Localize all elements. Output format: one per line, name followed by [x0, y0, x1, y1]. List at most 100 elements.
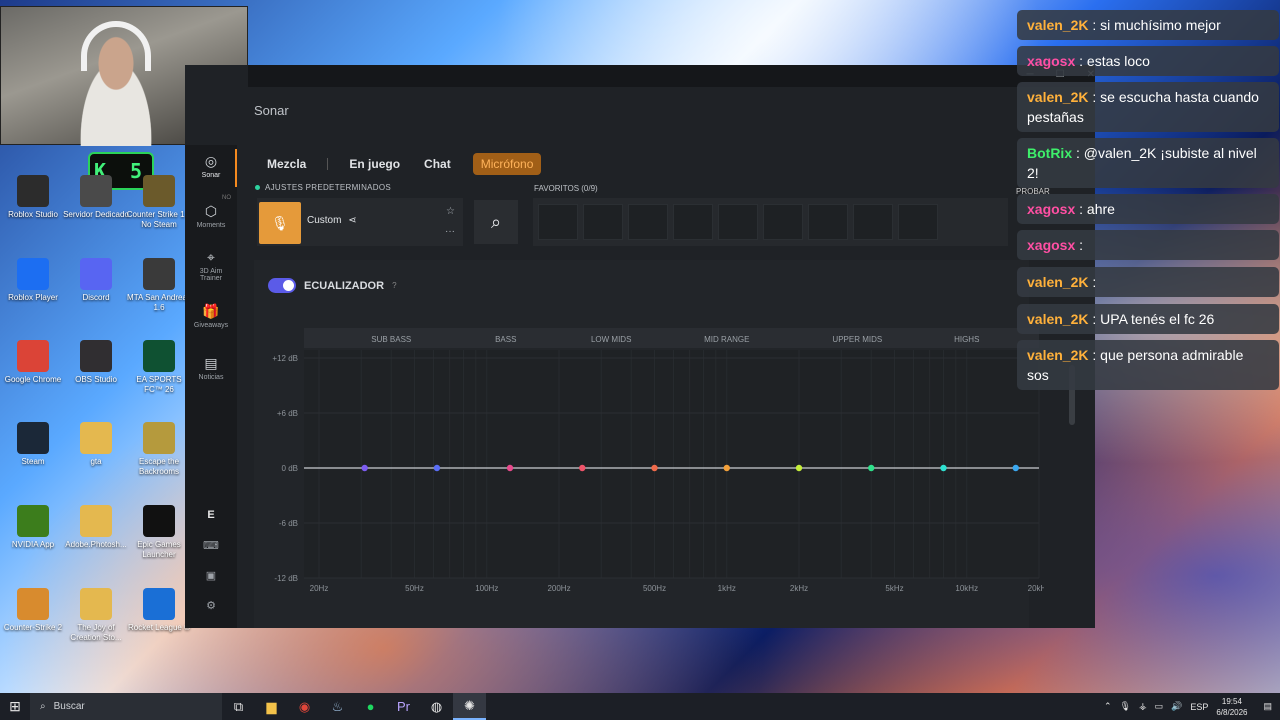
desktop-icon[interactable]: Servidor Dedicado [63, 175, 129, 220]
microphone-icon[interactable]: 🎙 [1120, 701, 1131, 712]
desktop-icon[interactable]: gta [63, 422, 129, 467]
eq-band-handle[interactable] [868, 464, 875, 472]
eq-band-handle[interactable] [579, 464, 586, 472]
chat-username[interactable]: xagosx [1027, 237, 1075, 253]
favorite-slot[interactable] [763, 204, 803, 240]
chat-username[interactable]: valen_2K [1027, 89, 1088, 105]
battery-icon[interactable]: ▭ [1155, 701, 1164, 712]
eq-band-handle[interactable] [651, 464, 658, 472]
eq-band-handle[interactable] [723, 464, 730, 472]
probar-label[interactable]: PROBAR [1016, 182, 1050, 202]
tab-en-juego[interactable]: En juego [341, 153, 408, 175]
news-icon: ▤ [204, 355, 218, 371]
controller-icon[interactable]: ⌨ [185, 539, 237, 552]
chat-username[interactable]: xagosx [1027, 53, 1075, 69]
notifications-icon[interactable]: ▤ [1263, 701, 1272, 712]
steam-icon[interactable]: ♨ [321, 693, 354, 720]
windows-start-icon[interactable]: ⊞ [0, 693, 30, 720]
chat-username[interactable]: valen_2K [1027, 274, 1088, 290]
tab-microfono[interactable]: Micrófono [472, 153, 542, 175]
chat-separator: : [1088, 89, 1101, 105]
rail-item-aim-trainer[interactable]: ⌖ 3D Aim Trainer [185, 249, 237, 282]
desktop-icon-label: MTA San Andreas 1.6 [127, 293, 191, 312]
settings-gear-icon[interactable]: ⚙ [185, 599, 237, 612]
more-options-icon[interactable]: ··· [445, 226, 455, 237]
preset-selector[interactable]: 🎙 Custom ⋖ ☆ ··· [257, 198, 463, 246]
favorite-slot[interactable] [853, 204, 893, 240]
obs-icon[interactable]: ◍ [420, 693, 453, 720]
tab-chat[interactable]: Chat [416, 153, 459, 175]
share-icon[interactable]: ⋖ [348, 215, 356, 226]
profile-e-icon[interactable]: E [185, 509, 237, 521]
favorite-slot[interactable] [808, 204, 848, 240]
tab-mezcla[interactable]: Mezcla [259, 153, 314, 175]
crosshair-icon: ⌖ [207, 249, 215, 265]
eq-band-handle[interactable] [361, 464, 368, 472]
desktop-icon[interactable]: Adobe.Photosh... [63, 505, 129, 550]
desktop-icon[interactable]: The Joy of Creation Sto... [63, 588, 129, 643]
favorite-slot[interactable] [673, 204, 713, 240]
eq-band-handle[interactable] [940, 464, 947, 472]
steelseries-gg-icon[interactable]: ✺ [453, 693, 486, 720]
desktop-icon[interactable]: Roblox Player [0, 258, 66, 303]
desktop-icon[interactable]: Rocket League ® [126, 588, 192, 633]
desktop-icon[interactable]: Counter Strike 1.6 No Steam [126, 175, 192, 230]
eq-band-handle[interactable] [506, 464, 514, 472]
rail-item-giveaways[interactable]: 🎁 Giveaways [185, 303, 237, 329]
network-icon[interactable]: ⚶ [1139, 701, 1147, 712]
chat-username[interactable]: valen_2K [1027, 347, 1088, 363]
chat-username[interactable]: BotRix [1027, 145, 1072, 161]
chat-username[interactable]: valen_2K [1027, 311, 1088, 327]
eq-band-handle[interactable] [433, 464, 441, 472]
desktop-icon[interactable]: Counter-Strike 2 [0, 588, 66, 633]
desktop-icon[interactable]: Discord [63, 258, 129, 303]
search-preset-button[interactable]: ⌕ [474, 200, 518, 244]
desktop-icon[interactable]: Escape the Backrooms [126, 422, 192, 477]
favorite-slot[interactable] [898, 204, 938, 240]
clock[interactable]: 19:54 6/8/2026 [1216, 696, 1247, 718]
rail-item-moments[interactable]: NO ⬡ Moments [185, 195, 237, 229]
volume-icon[interactable]: 🔊 [1171, 701, 1182, 712]
chevron-up-icon[interactable]: ⌃ [1104, 701, 1112, 712]
backrooms-icon [143, 422, 175, 454]
desktop-icon[interactable]: Epic Games Launcher [126, 505, 192, 560]
help-icon[interactable]: ? [392, 281, 396, 290]
star-icon[interactable]: ☆ [446, 206, 455, 217]
equalizer-toggle[interactable] [268, 278, 296, 293]
desktop-icon[interactable]: MTA San Andreas 1.6 [126, 258, 192, 313]
favorite-slot[interactable] [583, 204, 623, 240]
rail-item-noticias[interactable]: ▤ Noticias [185, 355, 237, 381]
favorites-label: FAVORITOS (0/9) [534, 184, 598, 193]
spotify-icon[interactable]: ● [354, 693, 387, 720]
desktop-icon[interactable]: Google Chrome [0, 340, 66, 385]
window-title-bar[interactable]: ─ ☐ ✕ [248, 65, 1095, 87]
task-view-icon[interactable]: ⧉ [222, 693, 255, 720]
chat-message: valen_2K : se escucha hasta cuando pesta… [1017, 82, 1279, 132]
language-indicator[interactable]: ESP [1190, 702, 1208, 712]
desktop-icon-label: Epic Games Launcher [137, 540, 181, 559]
desktop-icon[interactable]: OBS Studio [63, 340, 129, 385]
desktop-icon[interactable]: Roblox Studio [0, 175, 66, 220]
desktop-icon-label: Servidor Dedicado [63, 210, 129, 219]
chat-username[interactable]: xagosx [1027, 201, 1075, 217]
taskbar-search[interactable]: ⌕ Buscar [30, 693, 222, 720]
desktop-icon-label: gta [90, 457, 102, 466]
desktop-icon[interactable]: NVIDIA App [0, 505, 66, 550]
favorite-slot[interactable] [718, 204, 758, 240]
roblox-studio-icon [17, 175, 49, 207]
desktop-icon[interactable]: EA SPORTS FC™ 26 [126, 340, 192, 395]
eq-band-handle[interactable] [795, 464, 803, 472]
file-explorer-icon[interactable]: ▆ [255, 693, 288, 720]
image-icon[interactable]: ▣ [185, 569, 237, 582]
eq-band-handle[interactable] [1012, 464, 1019, 472]
y-tick-label: -12 dB [274, 574, 298, 583]
desktop-icon[interactable]: Steam [0, 422, 66, 467]
favorite-slot[interactable] [538, 204, 578, 240]
chrome-icon[interactable]: ◉ [288, 693, 321, 720]
favorite-slot[interactable] [628, 204, 668, 240]
chat-username[interactable]: valen_2K [1027, 17, 1088, 33]
fc26-icon [143, 340, 175, 372]
premiere-icon[interactable]: Pr [387, 693, 420, 720]
rail-item-sonar[interactable]: ◎ Sonar [185, 149, 237, 187]
equalizer-graph[interactable]: SUB BASS BASS LOW MIDS MID RANGE UPPER MIDS H… [254, 328, 1044, 628]
